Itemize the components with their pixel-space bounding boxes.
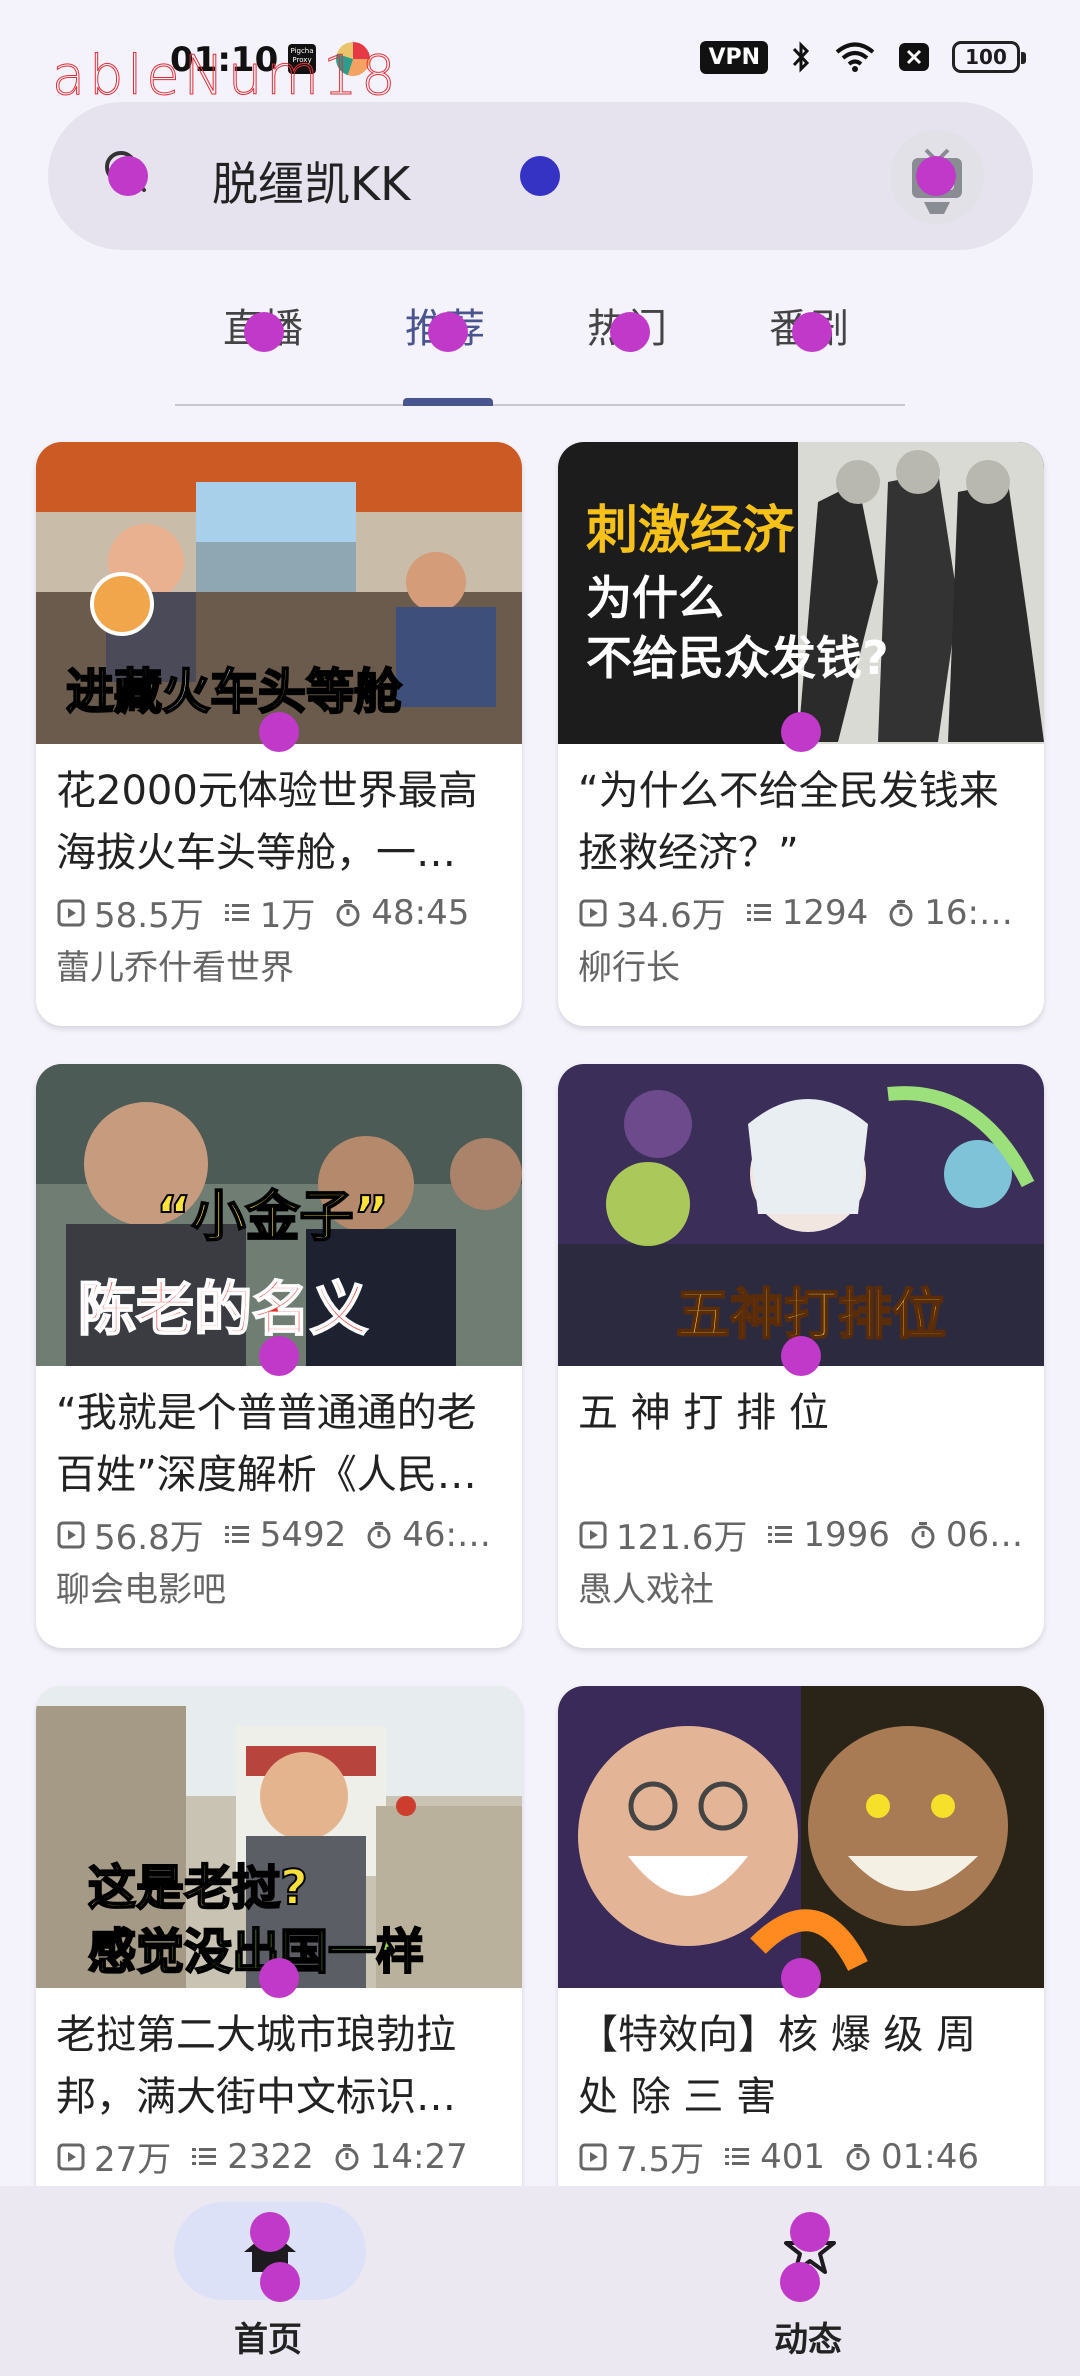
touch-marker (916, 156, 956, 196)
timer-icon (911, 1521, 935, 1548)
danmaku-icon (224, 903, 249, 921)
touch-marker (780, 2262, 820, 2302)
touch-marker (781, 1958, 821, 1998)
video-stats: 34.6万 1294 16:… (578, 888, 1034, 937)
video-author[interactable]: 蕾儿乔什看世界 (56, 940, 294, 989)
thumb-caption-1: “小金子” (155, 1184, 390, 1249)
view-count: 27万 (94, 2140, 172, 2180)
video-title[interactable]: 花2000元体验世界最高海拔火车头等舱，一… (56, 760, 506, 884)
video-thumbnail[interactable]: 五神打排位 (558, 1064, 1044, 1366)
touch-marker (244, 312, 284, 352)
play-count-icon (579, 1521, 607, 1548)
video-stats: 58.5万 1万 48:45 (56, 888, 512, 937)
video-thumbnail[interactable]: 这是老挝? 感觉没出国一样 (36, 1686, 522, 1988)
wifi-icon (834, 41, 876, 73)
thumb-caption-3: 不给民众发钱? (586, 631, 889, 685)
timer-icon (367, 1521, 391, 1548)
danmaku-icon (768, 1525, 793, 1543)
danmaku-count: 5492 (259, 1514, 347, 1555)
video-title[interactable]: 【特效向】核 爆 级 周 处 除 三 害 (578, 2004, 1028, 2128)
video-thumbnail[interactable]: “小金子” 陈老的名义 (36, 1064, 522, 1366)
thumb-caption-1: 五神打排位 (675, 1282, 947, 1347)
play-count-icon (579, 2143, 607, 2170)
play-count-icon (579, 899, 607, 926)
touch-marker (520, 156, 560, 196)
danmaku-icon (746, 903, 771, 921)
pie-chart-app-icon (336, 42, 370, 76)
timer-icon (336, 899, 360, 926)
thumb-caption-1: 刺激经济 (586, 501, 795, 561)
view-count: 121.6万 (616, 1518, 748, 1558)
touch-marker (259, 1336, 299, 1376)
video-title[interactable]: 五 神 打 排 位 (578, 1382, 1028, 1506)
touch-marker (259, 1958, 299, 1998)
danmaku-count: 1万 (259, 896, 316, 936)
video-stats: 7.5万 401 01:46 (578, 2132, 1034, 2181)
tab-active-indicator (403, 398, 493, 406)
play-count-icon (57, 2143, 85, 2170)
video-stats: 56.8万 5492 46:… (56, 1510, 512, 1559)
touch-marker (781, 712, 821, 752)
danmaku-icon (192, 2147, 217, 2165)
touch-marker (792, 312, 832, 352)
danmaku-count: 2322 (227, 2136, 314, 2177)
video-author[interactable]: 柳行长 (578, 940, 680, 989)
touch-marker (790, 2212, 830, 2252)
video-title[interactable]: “为什么不给全民发钱来拯救经济？” (578, 760, 1028, 884)
battery-indicator: 100 (952, 41, 1026, 73)
search-input[interactable]: 脱缰凯KK (212, 148, 410, 214)
video-duration: 46:… (402, 1514, 491, 1555)
vpn-badge: VPN (700, 40, 768, 74)
bottom-nav (0, 2186, 1080, 2376)
timer-icon (335, 2143, 359, 2170)
touch-marker (259, 712, 299, 752)
tab-divider (175, 404, 905, 406)
status-right-group: VPN 100 (700, 40, 1026, 74)
nav-dynamic-label[interactable]: 动态 (774, 2312, 842, 2361)
touch-marker (108, 156, 148, 196)
play-count-icon (57, 899, 85, 926)
danmaku-icon (224, 1525, 249, 1543)
video-stats: 27万 2322 14:27 (56, 2132, 512, 2181)
danmaku-count: 401 (760, 2136, 825, 2177)
video-author[interactable]: 聊会电影吧 (56, 1562, 226, 1611)
no-sim-icon (898, 42, 930, 72)
touch-marker (250, 2212, 290, 2252)
bluetooth-icon (790, 40, 812, 74)
video-title[interactable]: 老挝第二大城市琅勃拉邦，满大街中文标识… (56, 2004, 506, 2128)
video-duration: 06… (945, 1514, 1024, 1555)
touch-marker (260, 2262, 300, 2302)
danmaku-icon (725, 2147, 750, 2165)
thumb-caption-2: 为什么 (586, 571, 724, 625)
touch-marker (610, 312, 650, 352)
timer-icon (846, 2143, 870, 2170)
thumb-caption-1: 这是老挝? (87, 1859, 309, 1917)
timer-icon (889, 899, 913, 926)
thumb-caption-1: 进藏火车 (65, 663, 259, 721)
video-title[interactable]: “我就是个普普通通的老百姓”深度解析《人民… (56, 1382, 506, 1506)
view-count: 34.6万 (616, 896, 726, 936)
thumb-caption-2: 感觉没出国一样 (87, 1923, 425, 1981)
video-author[interactable]: 愚人戏社 (578, 1562, 714, 1611)
proxy-app-icon: Pigcha Proxy (288, 44, 316, 74)
play-count-icon (57, 1521, 85, 1548)
thumb-caption-2: 陈老的名义 (77, 1274, 369, 1344)
view-count: 56.8万 (94, 1518, 204, 1558)
video-duration: 48:45 (371, 892, 470, 933)
view-count: 58.5万 (94, 896, 204, 936)
video-duration: 01:46 (880, 2136, 979, 2177)
touch-marker (428, 312, 468, 352)
video-duration: 14:27 (369, 2136, 468, 2177)
danmaku-count: 1996 (803, 1514, 890, 1555)
video-thumbnail[interactable]: 刺激经济 为什么 不给民众发钱? (558, 442, 1044, 744)
touch-marker (781, 1336, 821, 1376)
video-duration: 16:… (924, 892, 1013, 933)
video-thumbnail[interactable] (558, 1686, 1044, 1988)
video-stats: 121.6万 1996 06… (578, 1510, 1034, 1559)
status-time: 01:10 (170, 40, 279, 80)
video-thumbnail[interactable]: 进藏火车头等舱 (36, 442, 522, 744)
view-count: 7.5万 (616, 2140, 705, 2180)
nav-home-label[interactable]: 首页 (234, 2312, 302, 2361)
danmaku-count: 1294 (781, 892, 869, 933)
